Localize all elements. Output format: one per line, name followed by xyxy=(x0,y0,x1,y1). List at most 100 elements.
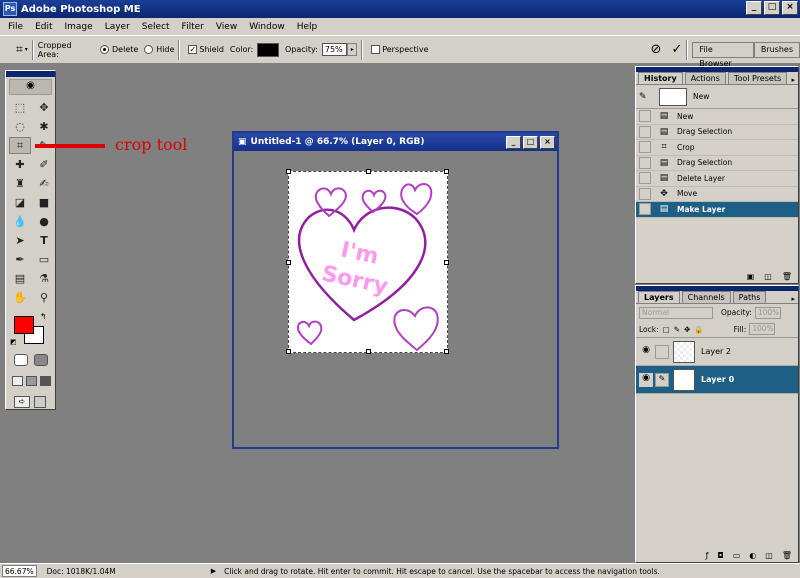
visibility-eye-icon[interactable]: ◉ xyxy=(639,372,653,387)
tab-tool-presets[interactable]: Tool Presets xyxy=(727,72,788,84)
opacity-field[interactable]: 75% xyxy=(321,43,348,56)
full-screen-menu-icon[interactable] xyxy=(26,376,37,386)
crop-handle-left[interactable] xyxy=(286,260,291,265)
stamp-tool-icon[interactable]: ♜ xyxy=(9,175,31,192)
eyedropper-tool-icon[interactable]: ⚗ xyxy=(33,270,55,287)
document-canvas[interactable]: I'm Sorry xyxy=(286,169,449,354)
marquee-tool-icon[interactable]: ⬚ xyxy=(9,99,31,116)
preset-dropdown-icon[interactable]: ▾ xyxy=(25,46,28,53)
close-button[interactable]: × xyxy=(782,1,798,15)
doc-maximize-button[interactable]: □ xyxy=(523,135,538,149)
layer-row-active[interactable]: ◉ ✎ Layer 0 xyxy=(636,366,798,394)
document-title-bar[interactable]: ▣ Untitled-1 @ 66.7% (Layer 0, RGB) _ □ … xyxy=(234,133,557,151)
menu-file[interactable]: File xyxy=(2,22,29,32)
brush-tool-icon[interactable]: ✐ xyxy=(33,156,55,173)
adobe-online-icon[interactable]: ◉ xyxy=(9,79,52,95)
menu-edit[interactable]: Edit xyxy=(29,22,58,32)
doc-close-button[interactable]: × xyxy=(540,135,555,149)
fill-field[interactable]: 100% xyxy=(749,323,776,335)
magic-wand-tool-icon[interactable]: ✱ xyxy=(33,118,55,135)
crop-handle-bottom[interactable] xyxy=(366,349,371,354)
history-brush-tool-icon[interactable]: ✍ xyxy=(33,175,55,192)
full-screen-icon[interactable] xyxy=(40,376,51,386)
swap-colors-icon[interactable]: ↰ xyxy=(40,312,47,321)
new-layer-icon[interactable]: ◫ xyxy=(765,551,773,560)
perspective-checkbox[interactable] xyxy=(371,45,381,54)
adjustment-layer-icon[interactable]: ◐ xyxy=(749,551,756,560)
tab-paths[interactable]: Paths xyxy=(732,291,767,303)
history-item[interactable]: ▤ Drag Selection xyxy=(636,156,798,171)
blur-tool-icon[interactable]: 💧 xyxy=(9,213,31,230)
healing-brush-tool-icon[interactable]: ✚ xyxy=(9,156,31,173)
history-item[interactable]: ▤ Drag Selection xyxy=(636,125,798,140)
layer-opacity-field[interactable]: 100% xyxy=(754,306,781,319)
layer-link-cell[interactable] xyxy=(655,344,669,359)
layer-row[interactable]: ◉ Layer 2 xyxy=(636,338,798,366)
jump-to-imageready-icon[interactable]: ➪ xyxy=(14,396,30,408)
panel-menu-icon[interactable]: ▸ xyxy=(791,76,795,84)
brushes-button[interactable]: Brushes xyxy=(753,41,800,58)
lock-position-icon[interactable]: ✥ xyxy=(684,325,690,334)
minimize-button[interactable]: _ xyxy=(746,1,762,15)
notes-tool-icon[interactable]: ▤ xyxy=(9,270,31,287)
hand-tool-icon[interactable]: ✋ xyxy=(9,289,31,306)
status-menu-icon[interactable]: ▶ xyxy=(211,567,216,575)
dodge-tool-icon[interactable]: ● xyxy=(33,213,55,230)
delete-radio[interactable] xyxy=(100,45,110,54)
history-brush-source-icon[interactable]: ✎ xyxy=(639,92,653,102)
imageready-icon[interactable] xyxy=(34,396,46,408)
history-snapshot[interactable]: ✎ New xyxy=(636,85,798,109)
quick-mask-icon[interactable] xyxy=(34,354,48,366)
tab-actions[interactable]: Actions xyxy=(684,72,726,84)
tab-history[interactable]: History xyxy=(638,72,683,84)
crop-handle-top-left[interactable] xyxy=(286,169,291,174)
tab-channels[interactable]: Channels xyxy=(681,291,731,303)
menu-select[interactable]: Select xyxy=(136,22,176,32)
shield-checkbox[interactable]: ✓ xyxy=(188,45,198,54)
history-item-active[interactable]: ▤ Make Layer xyxy=(636,202,798,218)
lock-all-icon[interactable]: 🔒 xyxy=(694,325,703,334)
doc-minimize-button[interactable]: _ xyxy=(506,135,521,149)
shield-color-swatch[interactable] xyxy=(257,42,279,57)
history-item[interactable]: ▤ Delete Layer xyxy=(636,171,798,187)
opacity-arrow-icon[interactable]: ▸ xyxy=(347,43,358,56)
crop-handle-bottom-left[interactable] xyxy=(286,349,291,354)
crop-handle-bottom-right[interactable] xyxy=(444,349,449,354)
new-snapshot-icon[interactable]: ◫ xyxy=(764,272,772,281)
standard-mode-icon[interactable] xyxy=(14,354,28,366)
delete-state-icon[interactable]: 🗑 xyxy=(782,272,792,281)
zoom-tool-icon[interactable]: ⚲ xyxy=(33,289,55,306)
lock-transparency-icon[interactable]: ▢ xyxy=(663,325,670,334)
eraser-tool-icon[interactable]: ◪ xyxy=(9,194,31,211)
history-item[interactable]: ⌗ Crop xyxy=(636,140,798,156)
crop-handle-top[interactable] xyxy=(366,169,371,174)
gradient-tool-icon[interactable]: ■ xyxy=(33,194,55,211)
history-item[interactable]: ✥ Move xyxy=(636,187,798,202)
pen-tool-icon[interactable]: ✒ xyxy=(9,251,31,268)
maximize-button[interactable]: □ xyxy=(764,1,780,15)
add-mask-icon[interactable]: ◘ xyxy=(717,551,723,560)
menu-help[interactable]: Help xyxy=(291,22,324,32)
shape-tool-icon[interactable]: ▭ xyxy=(33,251,55,268)
crop-tool-icon[interactable]: ⌗ xyxy=(9,137,31,154)
commit-check-icon[interactable]: ✓ xyxy=(671,42,682,57)
paintbrush-icon[interactable]: ✎ xyxy=(655,372,669,387)
panel-menu-icon[interactable]: ▸ xyxy=(791,295,795,303)
new-set-icon[interactable]: ▭ xyxy=(733,551,741,560)
visibility-eye-icon[interactable]: ◉ xyxy=(639,345,653,359)
blend-mode-select[interactable]: Normal xyxy=(639,306,713,319)
move-tool-icon[interactable]: ✥ xyxy=(33,99,55,116)
layer-style-icon[interactable]: ƒ xyxy=(706,551,709,560)
menu-view[interactable]: View xyxy=(210,22,243,32)
standard-screen-icon[interactable] xyxy=(12,376,23,386)
default-colors-icon[interactable]: ◩ xyxy=(10,338,17,346)
menu-filter[interactable]: Filter xyxy=(176,22,210,32)
hide-radio[interactable] xyxy=(144,45,154,54)
zoom-field[interactable]: 66.67% xyxy=(2,565,37,577)
new-document-from-state-icon[interactable]: ▣ xyxy=(747,272,755,281)
crop-handle-top-right[interactable] xyxy=(444,169,449,174)
menu-window[interactable]: Window xyxy=(243,22,291,32)
crop-handle-right[interactable] xyxy=(444,260,449,265)
lasso-tool-icon[interactable]: ◌ xyxy=(9,118,31,135)
toolbox-header[interactable] xyxy=(6,71,55,77)
